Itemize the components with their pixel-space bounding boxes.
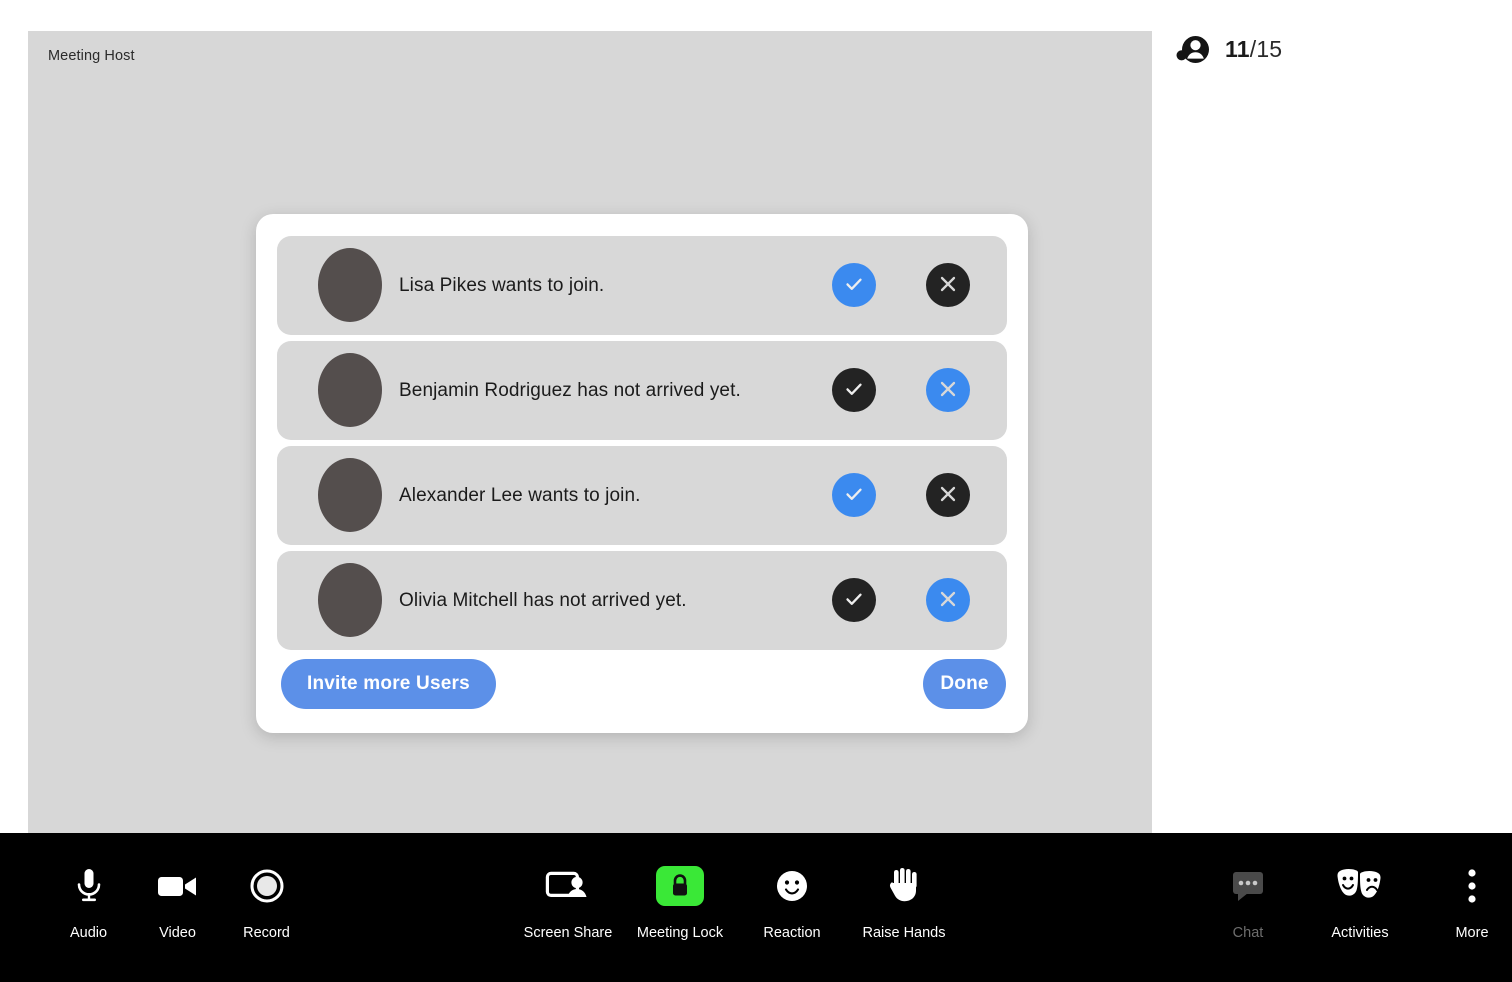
lock-active-badge (656, 866, 704, 906)
video-camera-icon (156, 853, 200, 919)
microphone-icon (72, 853, 106, 919)
people-icon (1173, 30, 1213, 70)
join-request-text: Lisa Pikes wants to join. (399, 274, 605, 296)
accept-button[interactable] (832, 263, 876, 307)
record-label: Record (243, 925, 290, 941)
avatar (318, 353, 382, 427)
more-label: More (1455, 925, 1489, 941)
done-button[interactable]: Done (923, 659, 1006, 709)
reaction-button[interactable]: Reaction (736, 833, 848, 982)
avatar (318, 458, 382, 532)
accept-button[interactable] (832, 473, 876, 517)
screen-share-label: Screen Share (523, 925, 613, 941)
check-icon (842, 482, 866, 509)
toolbar-group-meeting: Screen Share Meeting Lock Reaction Raise… (512, 833, 960, 982)
avatar (318, 563, 382, 637)
chat-bubble-icon (1230, 853, 1266, 919)
accept-button[interactable] (832, 578, 876, 622)
meeting-toolbar: Audio Video Record Screen Share Meeting … (0, 833, 1512, 982)
raise-hands-button[interactable]: Raise Hands (848, 833, 960, 982)
raise-hands-label: Raise Hands (862, 925, 946, 941)
dialog-footer: Invite more Users Done (256, 645, 1028, 725)
invite-more-users-button[interactable]: Invite more Users (281, 659, 496, 709)
participants-header: 11/15 (1173, 30, 1491, 70)
meeting-app-window: Meeting Host 11/15 Lisa Pikes wants to j… (0, 0, 1512, 982)
participant-count-total: 15 (1256, 36, 1283, 62)
chat-label: Chat (1232, 925, 1264, 941)
participants-rail: 11/15 Participant 1 Participant 2 Partic… (1152, 0, 1512, 833)
close-icon (936, 587, 960, 614)
meeting-lock-button[interactable]: Meeting Lock (624, 833, 736, 982)
activities-label: Activities (1331, 925, 1389, 941)
check-icon (842, 272, 866, 299)
chat-button[interactable]: Chat (1192, 833, 1304, 982)
join-request-row: Benjamin Rodriguez has not arrived yet. (277, 341, 1007, 440)
smiley-icon (775, 853, 809, 919)
record-icon (250, 853, 284, 919)
more-vertical-icon (1466, 853, 1478, 919)
meeting-lock-label: Meeting Lock (636, 925, 724, 941)
join-request-text: Alexander Lee wants to join. (399, 484, 641, 506)
join-request-text: Benjamin Rodriguez has not arrived yet. (399, 379, 741, 401)
raised-hand-icon (886, 853, 922, 919)
join-requests-dialog: Lisa Pikes wants to join. Benjamin Rodri… (256, 214, 1028, 733)
decline-button[interactable] (926, 578, 970, 622)
activities-button[interactable]: Activities (1304, 833, 1416, 982)
audio-label: Audio (69, 925, 108, 941)
host-name-label: Meeting Host (48, 48, 135, 64)
join-request-text: Olivia Mitchell has not arrived yet. (399, 589, 687, 611)
participant-count-current: 11 (1225, 36, 1250, 62)
close-icon (936, 377, 960, 404)
screen-share-icon (545, 853, 591, 919)
close-icon (936, 482, 960, 509)
join-request-row: Alexander Lee wants to join. (277, 446, 1007, 545)
decline-button[interactable] (926, 263, 970, 307)
screen-share-button[interactable]: Screen Share (512, 833, 624, 982)
participant-count: 11/15 (1225, 36, 1282, 63)
lock-icon (656, 853, 704, 919)
record-button[interactable]: Record (222, 833, 311, 982)
close-icon (936, 272, 960, 299)
theater-masks-icon (1336, 853, 1384, 919)
join-request-row: Olivia Mitchell has not arrived yet. (277, 551, 1007, 650)
audio-button[interactable]: Audio (44, 833, 133, 982)
toolbar-group-media: Audio Video Record (44, 833, 311, 982)
reaction-label: Reaction (763, 925, 821, 941)
more-button[interactable]: More (1416, 833, 1512, 982)
video-button[interactable]: Video (133, 833, 222, 982)
decline-button[interactable] (926, 368, 970, 412)
avatar (318, 248, 382, 322)
decline-button[interactable] (926, 473, 970, 517)
check-icon (842, 377, 866, 404)
join-request-row: Lisa Pikes wants to join. (277, 236, 1007, 335)
accept-button[interactable] (832, 368, 876, 412)
check-icon (842, 587, 866, 614)
video-label: Video (159, 925, 196, 941)
toolbar-group-extras: Chat Activities More (1192, 833, 1512, 982)
